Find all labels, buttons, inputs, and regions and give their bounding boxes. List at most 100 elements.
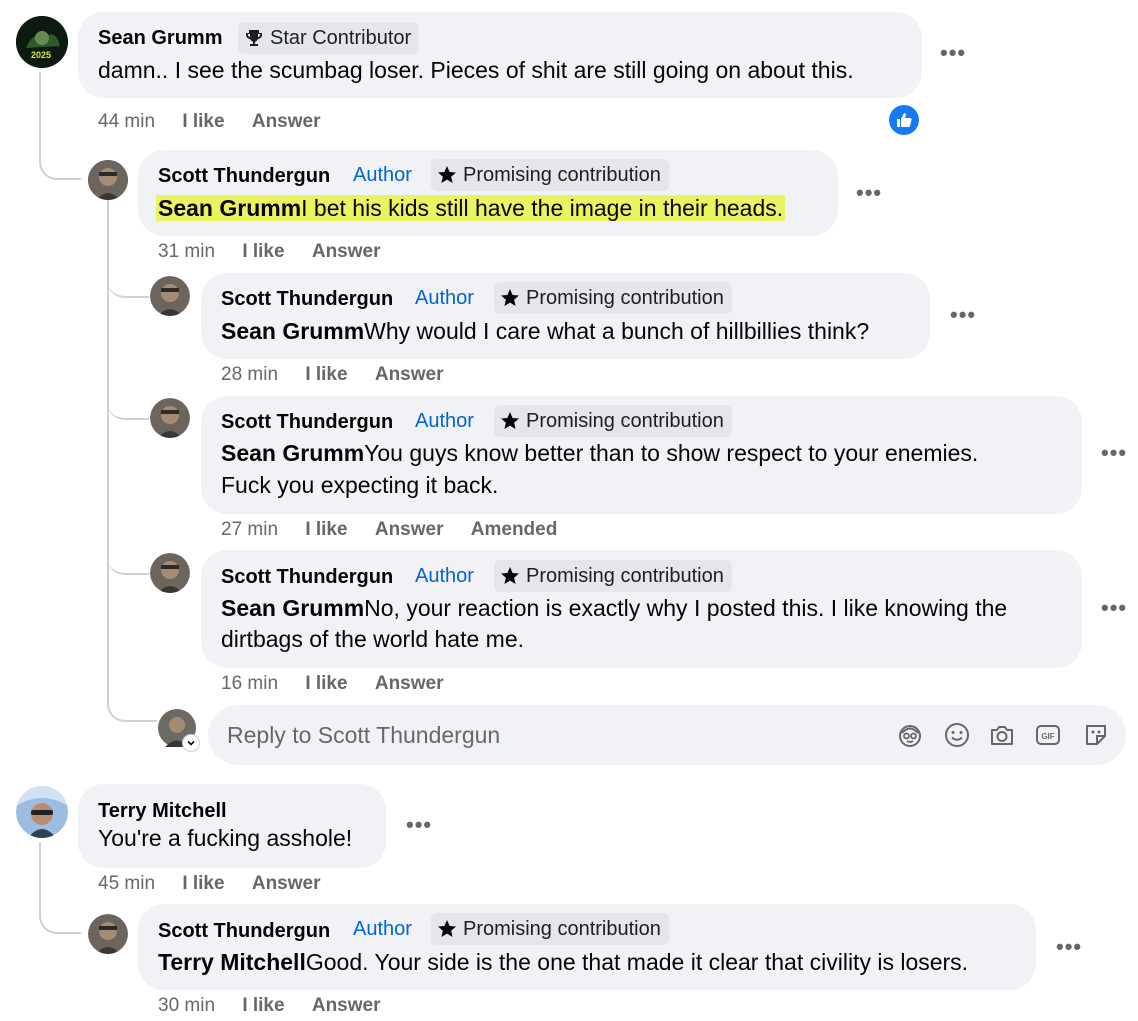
more-options-icon[interactable]: ••• [1101,597,1127,619]
avatar-sean-grumm[interactable]: 2025 [16,16,68,68]
sticker-icon[interactable] [1083,722,1109,748]
answer-button[interactable]: Answer [375,673,444,694]
reply-meta: 30 min I like Answer [158,995,380,1017]
promising-contribution-badge[interactable]: Promising contribution [431,913,669,945]
timestamp[interactable]: 30 min [158,995,215,1016]
answer-button[interactable]: Answer [312,241,381,262]
reply-text: Sean GrummI bet his kids still have the … [156,192,786,224]
thumbs-up-glyph [897,113,912,127]
more-options-icon[interactable]: ••• [1056,936,1082,958]
star-contributor-badge[interactable]: Star Contributor [238,22,420,54]
avatar-image [16,16,68,68]
like-button[interactable]: I like [305,364,347,385]
chevron-down-icon[interactable] [182,734,200,752]
more-options-icon[interactable]: ••• [940,42,966,64]
timestamp[interactable]: 44 min [98,111,155,132]
avatar-terry-mitchell[interactable] [16,786,68,838]
gif-icon[interactable]: GIF [1035,722,1061,748]
like-button[interactable]: I like [305,519,347,540]
reply-text: Sean GrummYou guys know better than to s… [221,437,978,469]
badge-label: Promising contribution [526,286,724,309]
replier-name[interactable]: Scott Thundergun [158,920,330,943]
thread-line-reply2 [107,276,149,298]
avatar-image [150,276,190,316]
chevron-glyph [187,740,195,746]
mention-link[interactable]: Sean Grumm [221,318,364,344]
reply-meta: 16 min I like Answer [221,673,443,695]
badge-label: Star Contributor [270,26,412,49]
mention-link[interactable]: Sean Grumm [158,195,301,221]
svg-text:GIF: GIF [1041,732,1054,741]
answer-button[interactable]: Answer [252,111,321,132]
promising-contribution-badge[interactable]: Promising contribution [494,282,732,314]
thread-line-comment1 [39,72,81,180]
commenter-name[interactable]: Terry Mitchell [98,800,227,823]
promising-contribution-badge[interactable]: Promising contribution [494,405,732,437]
camera-icon[interactable] [989,722,1015,748]
more-options-icon[interactable]: ••• [1101,442,1127,464]
star-icon [501,567,519,584]
replier-name[interactable]: Scott Thundergun [221,288,393,311]
like-button[interactable]: I like [182,111,224,132]
avatar-scott-thundergun[interactable] [88,914,128,954]
answer-button[interactable]: Answer [252,873,321,894]
avatar-scott-thundergun[interactable] [150,398,190,438]
like-button[interactable]: I like [242,995,284,1016]
star-icon [501,412,519,429]
thread-line-replybox [107,696,157,722]
promising-contribution-badge[interactable]: Promising contribution [494,560,732,592]
timestamp[interactable]: 28 min [221,364,278,385]
answer-button[interactable]: Answer [312,995,381,1016]
more-options-icon[interactable]: ••• [406,814,432,836]
reply-text: Sean GrummNo, your reaction is exactly w… [221,592,1007,624]
like-button[interactable]: I like [305,673,347,694]
timestamp[interactable]: 45 min [98,873,155,894]
badge-label: Promising contribution [463,163,661,186]
comment-text: damn.. I see the scumbag loser. Pieces o… [98,57,854,83]
timestamp[interactable]: 27 min [221,519,278,540]
reply-input-placeholder: Reply to Scott Thundergun [227,722,501,748]
reply-text: Terry MitchellGood. Your side is the one… [158,946,968,978]
timestamp[interactable]: 16 min [221,673,278,694]
emoji-icon[interactable] [944,722,970,748]
avatar-scott-thundergun[interactable] [150,553,190,593]
thread-line-reply3 [107,396,149,420]
like-button[interactable]: I like [242,241,284,262]
more-options-icon[interactable]: ••• [950,304,976,326]
current-user-avatar[interactable] [158,709,200,752]
trophy-icon [246,30,262,46]
reply-body: No, your reaction is exactly why I poste… [364,595,1008,621]
reply-meta: 28 min I like Answer [221,364,443,386]
author-label: Author [415,287,474,309]
replier-name[interactable]: Scott Thundergun [221,566,393,589]
star-icon [438,920,456,937]
amended-label[interactable]: Amended [471,519,558,540]
timestamp[interactable]: 31 min [158,241,215,262]
badge-label: Promising contribution [526,564,724,587]
answer-button[interactable]: Answer [375,364,444,385]
answer-button[interactable]: Answer [375,519,444,540]
star-icon [501,289,519,306]
like-button[interactable]: I like [182,873,224,894]
author-label: Author [415,565,474,587]
avatar-scott-thundergun[interactable] [150,276,190,316]
more-options-icon[interactable]: ••• [856,182,882,204]
commenter-name[interactable]: Sean Grumm [98,27,222,50]
replier-name[interactable]: Scott Thundergun [158,165,330,188]
author-label: Author [415,410,474,432]
mention-link[interactable]: Sean Grumm [221,595,364,621]
reply-body: Good. Your side is the one that made it … [305,949,969,975]
mention-link[interactable]: Sean Grumm [221,440,364,466]
comment-text: You're a fucking asshole! [98,825,353,851]
badge-label: Promising contribution [526,409,724,432]
mention-link[interactable]: Terry Mitchell [158,949,306,975]
avatar-image [88,160,128,200]
promising-contribution-badge[interactable]: Promising contribution [431,159,669,191]
avatar-sticker-icon[interactable] [897,722,923,748]
reply-text-line2: Fuck you expecting it back. [221,472,499,498]
avatar-scott-thundergun[interactable] [88,160,128,200]
reply-meta: 31 min I like Answer [158,241,380,263]
thumbs-up-reaction-icon[interactable] [889,105,919,135]
avatar-image [150,553,190,593]
replier-name[interactable]: Scott Thundergun [221,411,393,434]
